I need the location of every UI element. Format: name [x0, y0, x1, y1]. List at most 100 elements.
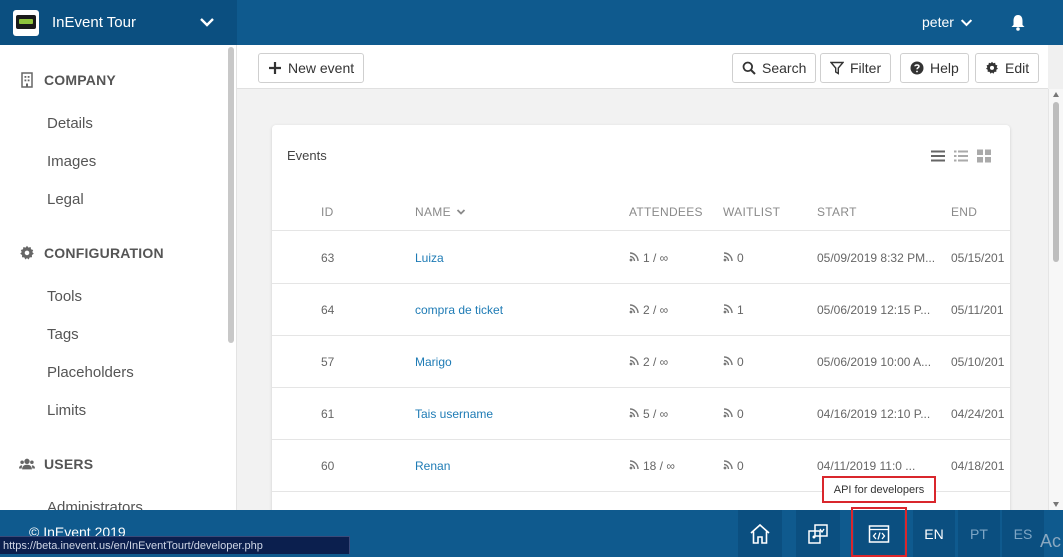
- gear-icon: [986, 61, 998, 74]
- bell-icon[interactable]: [1010, 14, 1026, 31]
- sidebar: COMPANY Details Images Legal CONFIGURATI…: [0, 45, 237, 510]
- company-title: InEvent Tour: [52, 14, 136, 31]
- attendees-value: 1 / ∞: [643, 251, 669, 265]
- cell-id: 57: [321, 355, 335, 369]
- waitlist-value: 1: [737, 303, 744, 317]
- column-header-end[interactable]: END: [951, 205, 977, 219]
- chevron-down-icon[interactable]: [199, 14, 215, 30]
- sidebar-item-tags[interactable]: Tags: [47, 326, 79, 343]
- cell-end: 05/11/201: [951, 303, 1004, 317]
- column-header-id[interactable]: ID: [321, 205, 334, 219]
- help-label: Help: [930, 60, 959, 76]
- cell-start: 04/11/2019 11:0 ...: [817, 459, 916, 473]
- sidebar-item-limits[interactable]: Limits: [47, 402, 86, 419]
- cell-end: 04/18/201: [951, 459, 1005, 473]
- sidebar-item-placeholders[interactable]: Placeholders: [47, 364, 134, 381]
- chevron-down-icon: [456, 209, 466, 215]
- column-header-attendees[interactable]: ATTENDEES: [629, 205, 703, 219]
- filter-button[interactable]: Filter: [820, 53, 892, 83]
- filter-icon: [830, 61, 844, 75]
- scroll-up-arrow[interactable]: [1053, 92, 1059, 97]
- cell-waitlist: 1: [723, 303, 803, 317]
- feed-icon: [723, 355, 737, 369]
- plus-icon: [269, 62, 281, 74]
- home-button[interactable]: [738, 510, 782, 557]
- api-button-highlight: [851, 507, 907, 557]
- sidebar-item-administrators[interactable]: Administrators: [47, 499, 143, 510]
- cell-event-name-link[interactable]: Tais username: [415, 407, 615, 421]
- gear-icon: [20, 245, 34, 260]
- sidebar-section-company: COMPANY: [19, 72, 116, 88]
- waitlist-value: 0: [737, 251, 744, 265]
- company-switcher[interactable]: InEvent Tour: [0, 0, 237, 45]
- main-content: Events ID NAME ATTENDEES WAITLIST START …: [237, 89, 1048, 510]
- building-icon: [21, 72, 33, 88]
- cell-waitlist: 0: [723, 459, 803, 473]
- edit-button[interactable]: Edit: [975, 53, 1040, 83]
- grid-view-icon[interactable]: [976, 149, 992, 163]
- users-icon: [19, 458, 35, 470]
- cell-event-name-link[interactable]: Renan: [415, 459, 615, 473]
- company-logo: [13, 9, 39, 36]
- waitlist-value: 0: [737, 407, 744, 421]
- column-header-waitlist[interactable]: WAITLIST: [723, 205, 780, 219]
- cell-event-name-link[interactable]: Marigo: [415, 355, 615, 369]
- feed-icon: [629, 407, 643, 421]
- scroll-down-arrow[interactable]: [1053, 502, 1059, 507]
- tools-button[interactable]: [796, 510, 840, 557]
- cell-waitlist: 0: [723, 251, 803, 265]
- section-label: COMPANY: [44, 72, 116, 88]
- edit-label: Edit: [1005, 60, 1030, 76]
- section-label: CONFIGURATION: [44, 245, 164, 261]
- top-bar: InEvent Tour peter: [0, 0, 1063, 45]
- feed-icon: [723, 303, 737, 317]
- list-view-icon[interactable]: [930, 149, 946, 163]
- table-row[interactable]: 63 Luiza 1 / ∞ 0 05/09/2019 8:32 PM... 05/15/…: [272, 232, 1010, 284]
- new-event-button[interactable]: New event: [258, 53, 365, 83]
- view-toggle: [930, 149, 992, 163]
- detail-list-view-icon[interactable]: [953, 149, 969, 163]
- sidebar-item-legal[interactable]: Legal: [47, 191, 84, 208]
- table-row[interactable]: 64 compra de ticket 2 / ∞ 1 05/06/2019 12:15…: [272, 284, 1010, 336]
- sidebar-section-users: USERS: [19, 456, 93, 472]
- cell-start: 04/16/2019 12:10 P...: [817, 407, 931, 421]
- language-es-button[interactable]: ES: [1002, 510, 1044, 557]
- user-menu[interactable]: peter: [922, 14, 973, 30]
- filter-label: Filter: [850, 60, 882, 76]
- search-label: Search: [762, 60, 807, 76]
- attendees-value: 5 / ∞: [643, 407, 669, 421]
- main-scrollbar[interactable]: [1048, 89, 1063, 510]
- column-header-name[interactable]: NAME: [415, 205, 466, 219]
- language-pt-button[interactable]: PT: [958, 510, 1000, 557]
- cell-event-name-link[interactable]: Luiza: [415, 251, 615, 265]
- cell-waitlist: 0: [723, 355, 803, 369]
- column-header-start[interactable]: START: [817, 205, 857, 219]
- language-en-button[interactable]: EN: [913, 510, 955, 557]
- table-header: ID NAME ATTENDEES WAITLIST START END: [272, 195, 1010, 231]
- scrollbar-thumb[interactable]: [1053, 102, 1059, 262]
- cell-attendees: 1 / ∞: [629, 251, 719, 265]
- cell-start: 05/06/2019 10:00 A...: [817, 355, 932, 369]
- home-icon: [750, 523, 770, 544]
- help-button[interactable]: Help: [900, 53, 969, 83]
- column-header-name-label: NAME: [415, 205, 451, 219]
- api-tooltip: API for developers: [822, 476, 936, 503]
- feed-icon: [629, 303, 643, 317]
- feed-icon: [723, 251, 737, 265]
- sidebar-item-images[interactable]: Images: [47, 153, 96, 170]
- toolbar: New event Search Filter Help Edit: [237, 45, 1048, 89]
- search-button[interactable]: Search: [732, 53, 817, 83]
- feed-icon: [629, 251, 643, 265]
- cell-event-name-link[interactable]: compra de ticket: [415, 303, 615, 317]
- user-name: peter: [922, 14, 954, 30]
- chevron-down-icon: [960, 18, 973, 26]
- table-row[interactable]: 61 Tais username 5 / ∞ 0 04/16/2019 12:10 P.…: [272, 388, 1010, 440]
- attendees-value: 2 / ∞: [643, 355, 669, 369]
- cell-end: 05/10/201: [951, 355, 1005, 369]
- sidebar-scrollbar[interactable]: [228, 47, 234, 343]
- table-row[interactable]: 57 Marigo 2 / ∞ 0 05/06/2019 10:00 A... 05/10…: [272, 336, 1010, 388]
- sidebar-item-tools[interactable]: Tools: [47, 288, 82, 305]
- sidebar-item-details[interactable]: Details: [47, 115, 93, 132]
- cell-attendees: 5 / ∞: [629, 407, 719, 421]
- cell-end: 05/15/201: [951, 251, 1005, 265]
